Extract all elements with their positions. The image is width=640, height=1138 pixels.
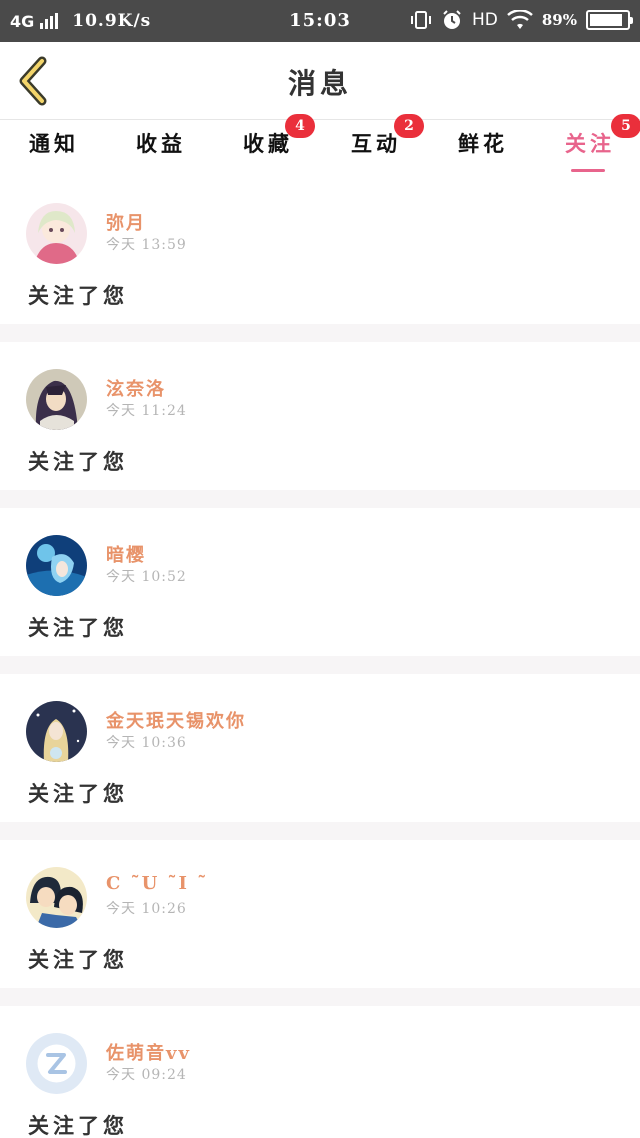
message-time: 今天 10:26 — [106, 901, 187, 917]
tab-bar: 通知 收益 收藏 4 互动 2 鲜花 关注 5 — [0, 114, 640, 174]
tab-following[interactable]: 关注 5 — [538, 114, 640, 172]
user-name[interactable]: 金天珉天锡欢你 — [106, 707, 246, 733]
network-speed: 10.9K/s — [72, 11, 152, 31]
header-bar: 消息 — [0, 42, 640, 120]
avatar[interactable] — [26, 203, 87, 264]
page-title: 消息 — [287, 67, 352, 100]
list-item[interactable]: 金天珉天锡欢你 今天 10:36 关注了您 — [0, 674, 640, 840]
message-list: 弥月 今天 13:59 关注了您 泫奈洛 今天 11:24 关注了您 暗樱 今天… — [0, 176, 640, 1138]
vibrate-icon — [410, 11, 431, 29]
message-text: 关注了您 — [28, 283, 128, 308]
battery-percent: 89% — [541, 11, 577, 29]
message-text: 关注了您 — [28, 449, 128, 474]
unread-badge: 2 — [394, 114, 424, 138]
list-item[interactable]: 弥月 今天 13:59 关注了您 — [0, 176, 640, 342]
message-time: 今天 11:24 — [106, 403, 187, 419]
tab-label: 收藏 — [243, 131, 293, 156]
avatar[interactable] — [26, 867, 87, 928]
user-name[interactable]: 弥月 — [106, 209, 146, 235]
tab-underline — [571, 169, 605, 172]
user-name[interactable]: 佐萌音vv — [106, 1039, 191, 1065]
hd-indicator: HD — [471, 10, 498, 30]
avatar[interactable] — [26, 535, 87, 596]
tab-label: 关注 — [565, 131, 615, 156]
list-item[interactable]: 暗樱 今天 10:52 关注了您 — [0, 508, 640, 674]
tab-label: 鲜花 — [458, 131, 508, 156]
user-name[interactable]: 泫奈洛 — [106, 375, 166, 401]
list-item[interactable]: C ˜U ˜I ˜ 今天 10:26 关注了您 — [0, 840, 640, 1006]
tab-label: 通知 — [29, 131, 79, 156]
tab-label: 收益 — [136, 131, 186, 156]
message-time: 今天 13:59 — [106, 237, 187, 253]
status-bar: 4G 10.9K/s 15:03 HD 89% — [0, 0, 640, 42]
list-item[interactable]: 泫奈洛 今天 11:24 关注了您 — [0, 342, 640, 508]
tab-favorites[interactable]: 收藏 4 — [216, 114, 316, 172]
battery-icon — [586, 10, 633, 30]
unread-badge: 5 — [611, 114, 640, 138]
wifi-icon — [507, 10, 533, 29]
avatar[interactable] — [26, 369, 87, 430]
unread-badge: 4 — [285, 114, 315, 138]
status-left: 4G 10.9K/s — [10, 11, 151, 31]
tab-notifications[interactable]: 通知 — [2, 128, 102, 172]
alarm-icon — [443, 10, 461, 29]
message-text: 关注了您 — [28, 947, 128, 972]
avatar[interactable] — [26, 701, 87, 762]
tab-interactions[interactable]: 互动 2 — [324, 114, 424, 172]
message-text: 关注了您 — [28, 615, 128, 640]
tab-earnings[interactable]: 收益 — [109, 128, 209, 172]
message-time: 今天 09:24 — [106, 1067, 187, 1083]
message-text: 关注了您 — [28, 781, 128, 806]
network-type: 4G — [10, 11, 35, 31]
user-name[interactable]: C ˜U ˜I ˜ — [106, 873, 208, 894]
message-text: 关注了您 — [28, 1113, 128, 1138]
list-item[interactable]: 佐萌音vv 今天 09:24 关注了您 — [0, 1006, 640, 1138]
tab-flowers[interactable]: 鲜花 — [431, 128, 531, 172]
avatar[interactable] — [26, 1033, 87, 1094]
message-time: 今天 10:36 — [106, 735, 187, 751]
user-name[interactable]: 暗樱 — [106, 541, 146, 567]
status-right: HD 89% — [410, 9, 633, 31]
message-time: 今天 10:52 — [106, 569, 187, 585]
signal-icon — [40, 13, 59, 29]
tab-label: 互动 — [351, 131, 401, 156]
